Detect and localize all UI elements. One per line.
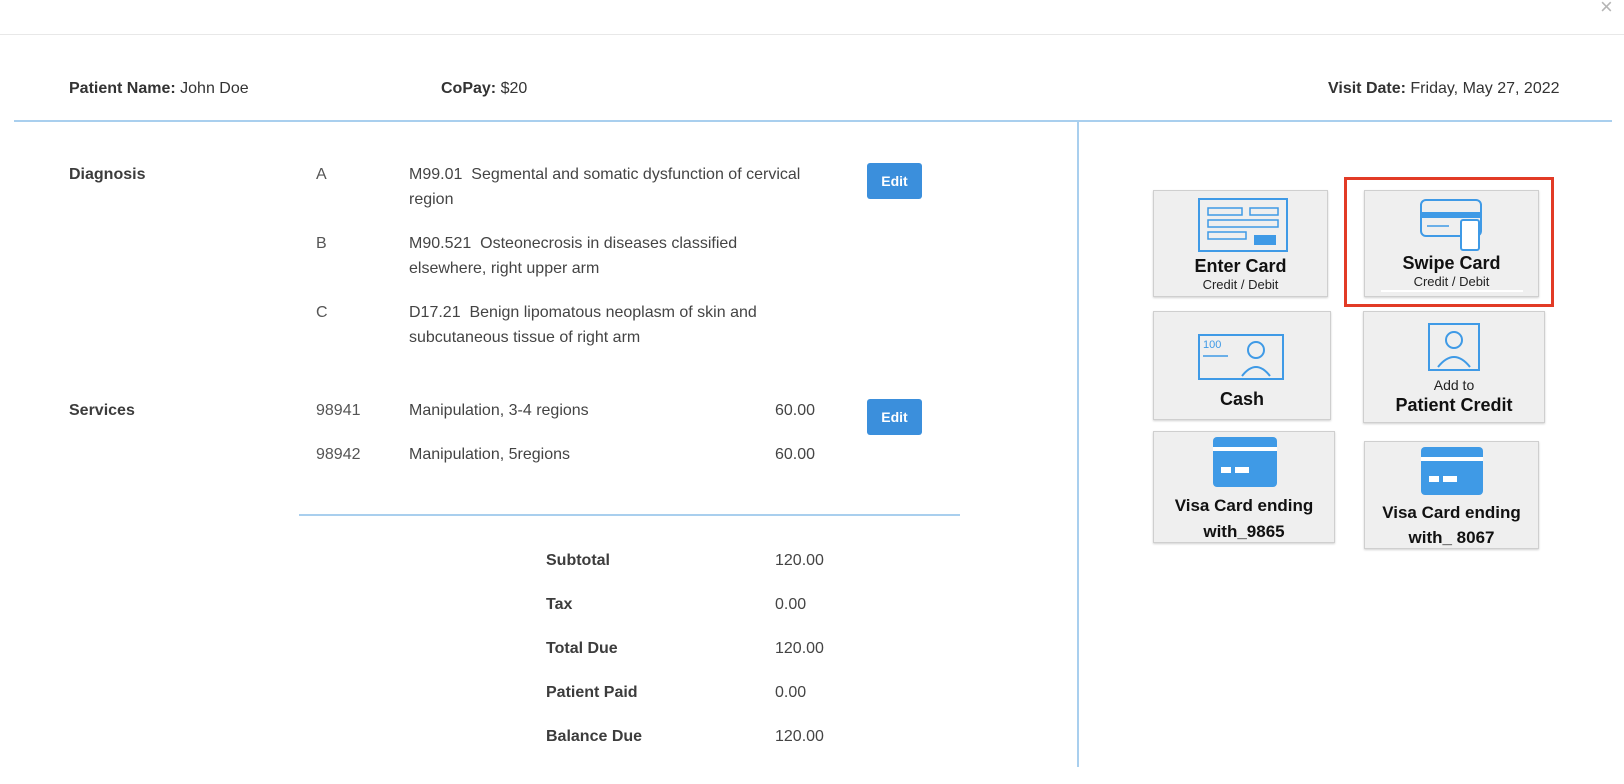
patient-credit-tile[interactable]: Add to Patient Credit <box>1363 311 1545 423</box>
edit-diagnosis-button[interactable]: Edit <box>867 163 922 199</box>
total-due-label: Total Due <box>546 640 618 657</box>
enter-card-subtitle: Credit / Debit <box>1202 277 1279 292</box>
saved-card-9865-label: Visa Card ending with_9865 <box>1154 493 1334 545</box>
copay-label: CoPay: <box>441 80 497 97</box>
saved-card-8067-tile[interactable]: Visa Card ending with_ 8067 <box>1364 441 1539 549</box>
service-amount: 60.00 <box>775 446 816 463</box>
cash-title: Cash <box>1219 389 1264 409</box>
header-divider <box>14 120 1612 122</box>
card-form-icon <box>1198 198 1288 252</box>
credit-card-icon <box>1421 447 1483 495</box>
swipe-card-tile[interactable]: Swipe Card Credit / Debit <box>1364 190 1539 297</box>
saved-card-9865-line2: with_9865 <box>1203 522 1285 541</box>
top-divider <box>0 34 1624 35</box>
saved-card-8067-line1: Visa Card ending <box>1382 503 1521 522</box>
card-swipe-icon <box>1420 199 1482 251</box>
saved-card-8067-label: Visa Card ending with_ 8067 <box>1365 500 1538 550</box>
service-code: 98942 <box>316 446 361 463</box>
balance-due-value: 120.00 <box>775 728 824 745</box>
diagnosis-description: Segmental and somatic dysfunction of cer… <box>409 166 801 208</box>
diagnosis-letter: A <box>316 166 327 183</box>
balance-due-label: Balance Due <box>546 728 643 745</box>
summary-divider <box>299 514 960 516</box>
diagnosis-letter: B <box>316 235 327 252</box>
saved-card-9865-line1: Visa Card ending <box>1174 496 1314 515</box>
edit-services-button[interactable]: Edit <box>867 399 922 435</box>
tax-label: Tax <box>546 596 573 613</box>
patient-name: Patient Name: John Doe <box>69 80 249 98</box>
service-amount: 60.00 <box>775 402 816 419</box>
visit-date-value: Friday, May 27, 2022 <box>1410 80 1560 97</box>
diagnosis-code: M90.521 <box>409 235 472 252</box>
diagnosis-code: D17.21 <box>409 304 461 321</box>
subtotal-label: Subtotal <box>546 552 610 569</box>
diagnosis-description: Benign lipomatous neoplasm of skin and s… <box>409 304 757 346</box>
diagnosis-code: M99.01 <box>409 166 463 183</box>
tile-underline <box>1381 290 1523 292</box>
service-description: Manipulation, 3-4 regions <box>409 402 589 419</box>
diagnosis-letter: C <box>316 304 328 321</box>
panel-divider <box>1077 122 1079 767</box>
copay-value: $20 <box>500 80 528 97</box>
diagnosis-item: D17.21 Benign lipomatous neoplasm of ski… <box>409 300 809 350</box>
patient-name-value: John Doe <box>180 80 249 97</box>
tax-value: 0.00 <box>775 596 807 613</box>
diagnosis-item: M99.01 Segmental and somatic dysfunction… <box>409 162 809 212</box>
subtotal-value: 120.00 <box>775 552 824 569</box>
enter-card-title: Enter Card <box>1194 256 1287 276</box>
swipe-card-title: Swipe Card <box>1402 253 1501 273</box>
credit-card-icon <box>1213 437 1277 487</box>
cash-bill-icon: 100 <box>1198 334 1284 380</box>
saved-card-8067-line2: with_ 8067 <box>1408 528 1495 547</box>
close-icon[interactable]: × <box>1600 0 1613 18</box>
total-due-value: 120.00 <box>775 640 824 657</box>
patient-name-label: Patient Name: <box>69 80 176 97</box>
patient-credit-pre: Add to <box>1433 377 1475 393</box>
swipe-card-subtitle: Credit / Debit <box>1413 274 1490 289</box>
service-code: 98941 <box>316 402 361 419</box>
saved-card-9865-tile[interactable]: Visa Card ending with_9865 <box>1153 431 1335 543</box>
visit-date: Visit Date: Friday, May 27, 2022 <box>1328 80 1560 98</box>
copay: CoPay: $20 <box>441 80 527 98</box>
visit-date-label: Visit Date: <box>1328 80 1406 97</box>
diagnosis-label: Diagnosis <box>69 166 146 183</box>
patient-paid-label: Patient Paid <box>546 684 638 701</box>
cash-bill-text: 100 <box>1203 339 1221 351</box>
enter-card-tile[interactable]: Enter Card Credit / Debit <box>1153 190 1328 297</box>
patient-credit-title: Patient Credit <box>1395 395 1513 415</box>
person-icon <box>1428 323 1480 371</box>
services-label: Services <box>69 402 135 419</box>
patient-paid-value: 0.00 <box>775 684 807 701</box>
diagnosis-item: M90.521 Osteonecrosis in diseases classi… <box>409 231 809 281</box>
cash-tile[interactable]: 100 Cash <box>1153 311 1331 420</box>
service-description: Manipulation, 5regions <box>409 446 570 463</box>
